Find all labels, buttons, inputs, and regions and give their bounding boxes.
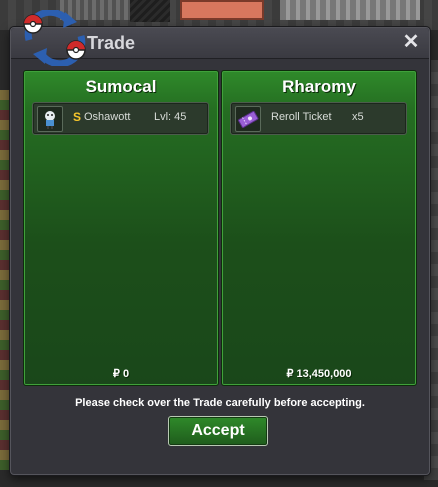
trade-notice: Please check over the Trade carefully be… [75, 397, 365, 409]
oshawott-sprite-icon [37, 106, 63, 132]
money-offer-left: ₽ 0 [112, 368, 130, 380]
background-rooftop [280, 0, 420, 20]
gold-s-coin-icon: S [73, 110, 82, 124]
trade-window: Trade ✕ Sumocal S Oshawott Lvl: 45 ₽ 0 R… [10, 10, 430, 475]
trade-panel-sumocal: Sumocal S Oshawott Lvl: 45 ₽ 0 [23, 70, 219, 386]
close-icon[interactable]: ✕ [401, 31, 421, 53]
window-title: Trade [87, 33, 136, 53]
trade-panel-rharomy: Rharomy Reroll Ticket x5 ₽ 13,450,000 [221, 70, 417, 386]
money-offer-right: ₽ 13,450,000 [286, 368, 352, 380]
item-name: Reroll Ticket [271, 111, 332, 123]
pokeball-bottom-icon [66, 40, 86, 60]
player-name-left: Sumocal [85, 77, 157, 96]
accept-button[interactable]: Accept [168, 416, 268, 446]
background-roof [180, 0, 264, 20]
background-fence [130, 0, 170, 22]
item-quantity: x5 [352, 111, 364, 123]
pokeball-top-icon [23, 14, 43, 34]
trade-item-oshawott[interactable]: S Oshawott Lvl: 45 [32, 102, 209, 135]
item-level: Lvl: 45 [154, 111, 187, 123]
player-name-right: Rharomy [282, 77, 356, 96]
item-name: Oshawott [84, 111, 131, 123]
reroll-ticket-icon [235, 106, 261, 132]
trade-item-reroll-ticket[interactable]: Reroll Ticket x5 [230, 102, 407, 135]
trade-arrows-pokeball-icon [23, 10, 86, 66]
